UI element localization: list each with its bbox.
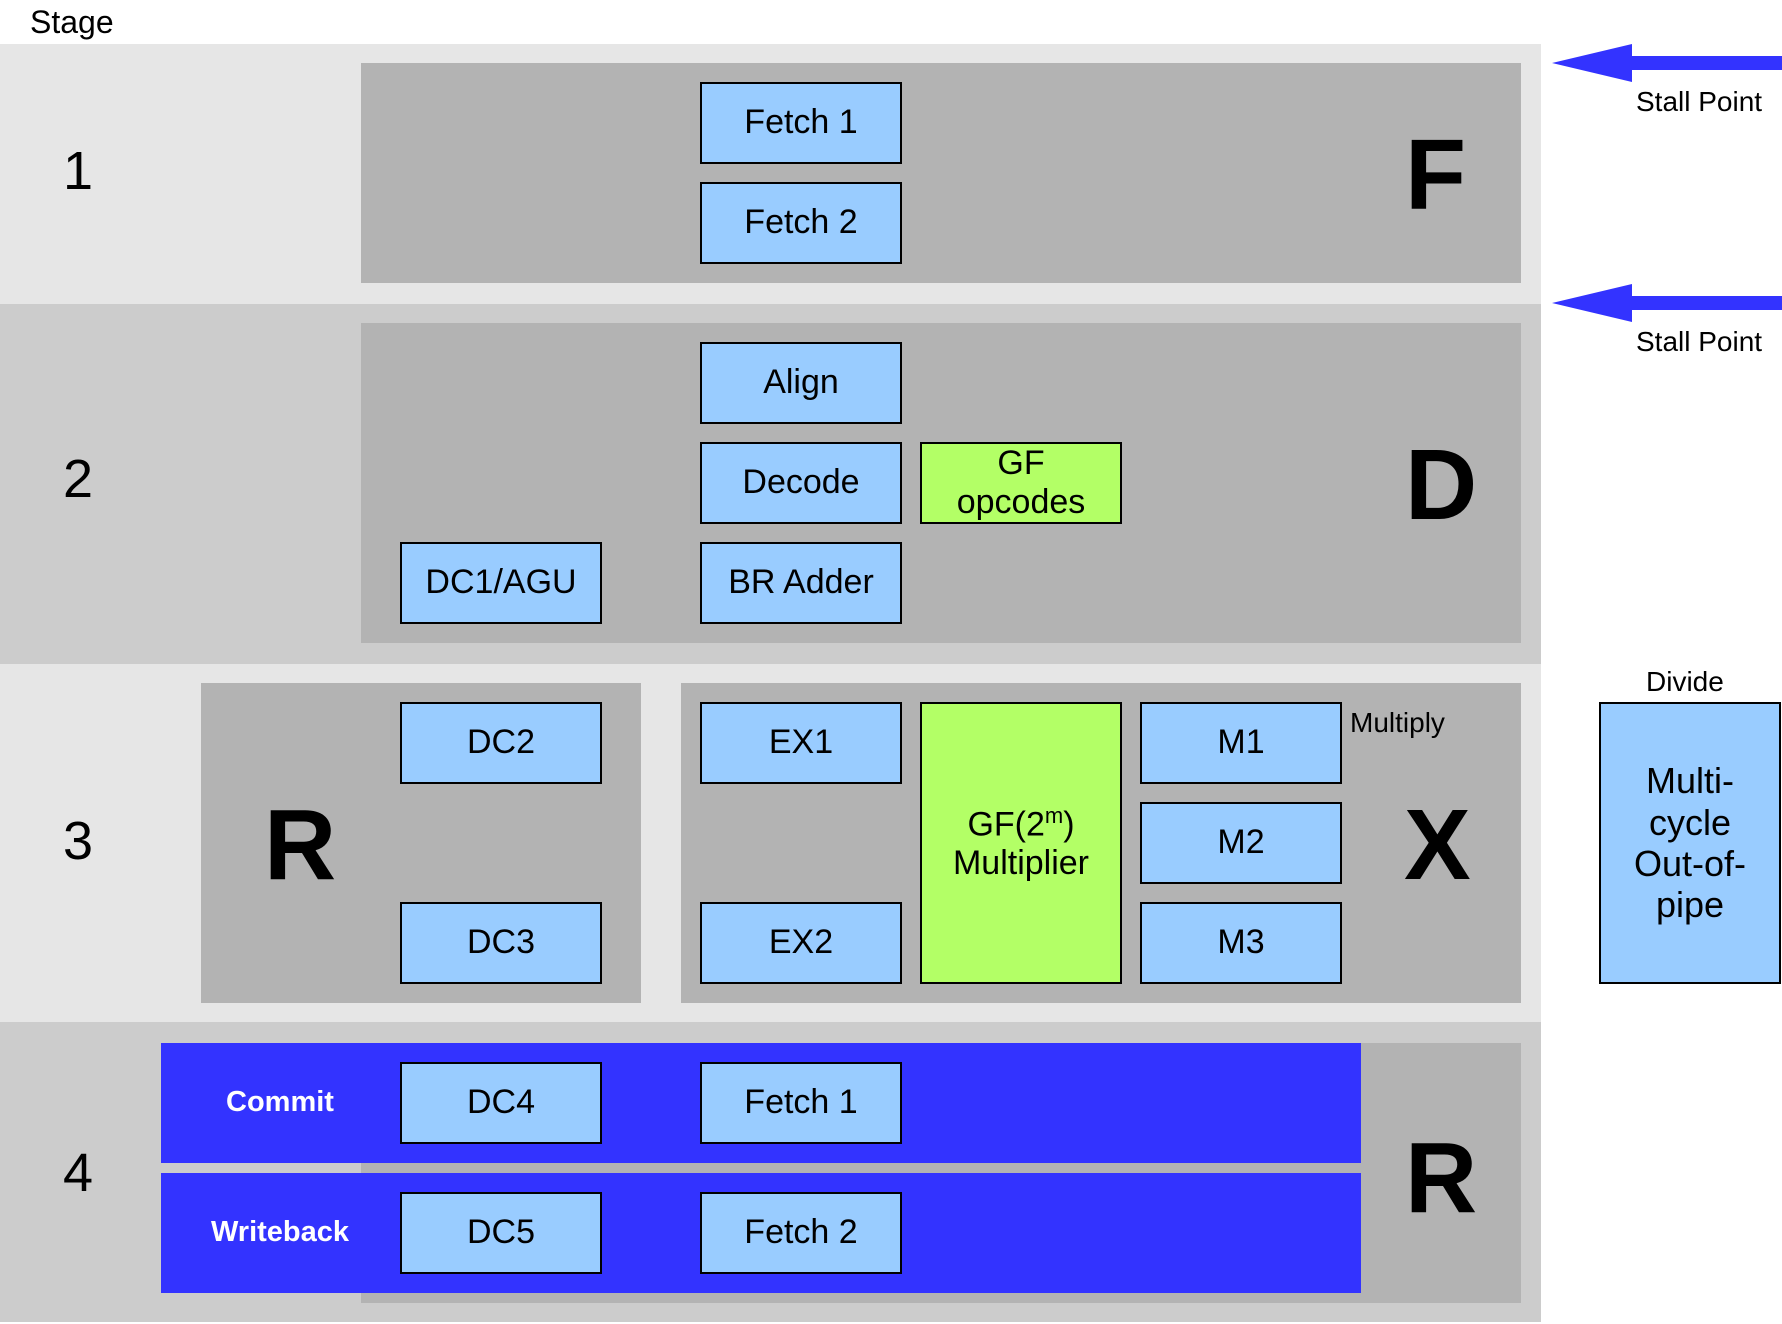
dc5-box: DC5	[400, 1192, 602, 1274]
fetch-unit-panel	[361, 63, 1521, 283]
stage1-fetch1-box: Fetch 1	[700, 82, 902, 164]
divide-line-4: pipe	[1655, 884, 1725, 926]
execute-unit-letter: X	[1404, 789, 1471, 901]
multiply-label: Multiply	[1350, 707, 1445, 738]
gf-multiplier-prefix: GF(2	[967, 805, 1045, 844]
align-box: Align	[700, 342, 902, 424]
divide-line-1: Multi-	[1646, 760, 1734, 802]
stall-point-label-2: Stall Point	[1636, 326, 1763, 357]
gf-multiplier-suffix: )	[1063, 805, 1075, 844]
m3-box: M3	[1140, 902, 1342, 984]
divide-line-2: cycle	[1648, 801, 1732, 843]
m1-box: M1	[1140, 702, 1342, 784]
divide-box: Multi- cycle Out-of- pipe	[1599, 702, 1781, 984]
stage4-fetch1-box: Fetch 1	[700, 1062, 902, 1144]
writeback-label: Writeback	[210, 1216, 350, 1248]
gf-multiplier-box: GF(2m) Multiplier	[920, 702, 1122, 984]
stage-number-1: 1	[62, 141, 94, 201]
divide-label: Divide	[1646, 666, 1724, 697]
gf-opcodes-box: GF opcodes	[920, 442, 1122, 524]
stage-number-4: 4	[62, 1143, 94, 1203]
dc4-box: DC4	[400, 1062, 602, 1144]
gf-multiplier-line2: Multiplier	[952, 844, 1090, 883]
dc1-agu-box: DC1/AGU	[400, 542, 602, 624]
gf-multiplier-line1: GF(2m)	[967, 803, 1074, 844]
gf-opcodes-line1: GF	[997, 443, 1045, 482]
retire-unit-letter: R	[1405, 1122, 1478, 1234]
ex2-box: EX2	[700, 902, 902, 984]
decode-unit-letter: D	[1405, 429, 1478, 541]
dc2-box: DC2	[400, 702, 602, 784]
m2-box: M2	[1140, 802, 1342, 884]
gf-opcodes-line2: opcodes	[956, 483, 1086, 521]
stall-point-label-1: Stall Point	[1636, 86, 1763, 117]
stage-number-3: 3	[62, 811, 94, 871]
commit-label: Commit	[226, 1086, 334, 1118]
stall-arrow-2-icon	[1552, 284, 1782, 322]
stage-number-2: 2	[62, 449, 94, 509]
br-adder-box: BR Adder	[700, 542, 902, 624]
fetch-unit-letter: F	[1405, 119, 1467, 231]
ex1-box: EX1	[700, 702, 902, 784]
decode-box: Decode	[700, 442, 902, 524]
dc3-box: DC3	[400, 902, 602, 984]
gf-multiplier-exponent: m	[1044, 802, 1064, 828]
stage-header: Stage	[30, 4, 114, 40]
stage4-fetch2-box: Fetch 2	[700, 1192, 902, 1274]
stage1-fetch2-box: Fetch 2	[700, 182, 902, 264]
divide-line-3: Out-of-	[1633, 843, 1747, 884]
regfile-unit-letter: R	[264, 789, 337, 901]
stall-arrow-1-icon	[1552, 44, 1782, 82]
